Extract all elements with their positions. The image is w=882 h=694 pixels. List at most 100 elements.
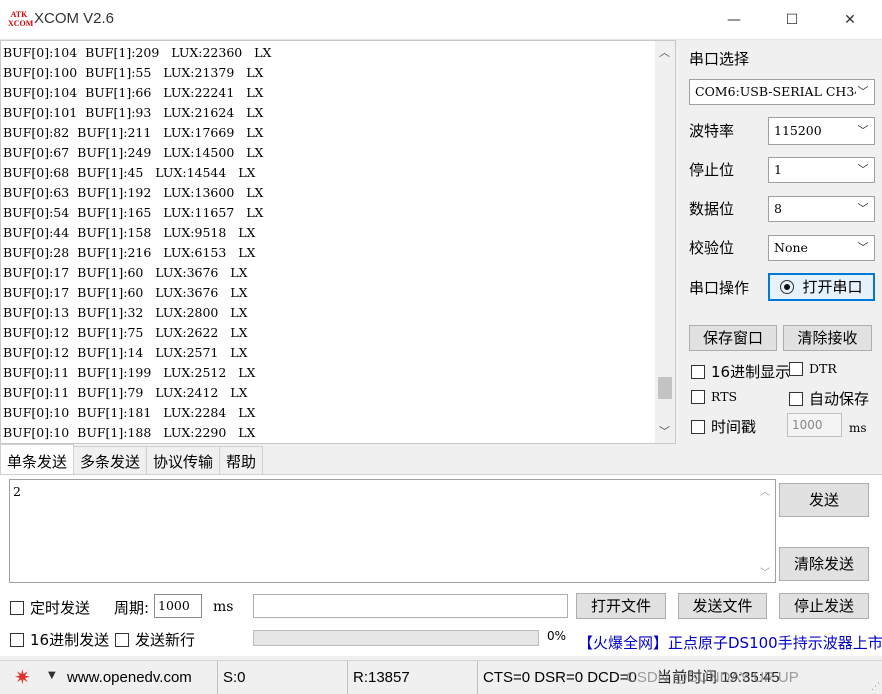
clear-send-button[interactable]: 清除发送 bbox=[779, 547, 869, 581]
file-path-input[interactable] bbox=[253, 594, 568, 618]
website-link[interactable]: www.openedv.com bbox=[62, 661, 218, 694]
receive-line: BUF[0]:44 BUF[1]:158 LUX:9518 LX bbox=[3, 225, 256, 240]
open-file-button[interactable]: 打开文件 bbox=[576, 593, 666, 619]
receive-line: BUF[0]:101 BUF[1]:93 LUX:21624 LX bbox=[3, 105, 264, 120]
receive-line: BUF[0]:100 BUF[1]:55 LUX:21379 LX bbox=[3, 65, 264, 80]
parity-select[interactable]: None ﹀ bbox=[768, 235, 875, 261]
line-status: CTS=0 DSR=0 DCD=0 bbox=[483, 669, 637, 686]
hex-send-checkbox[interactable]: 16进制发送 bbox=[10, 629, 109, 650]
hex-display-checkbox[interactable]: 16进制显示 bbox=[691, 361, 790, 382]
checkbox-icon bbox=[691, 389, 705, 404]
receive-line: BUF[0]:11 BUF[1]:199 LUX:2512 LX bbox=[3, 365, 256, 380]
period-label: 周期: bbox=[114, 599, 150, 617]
receive-line: BUF[0]:10 BUF[1]:181 LUX:2284 LX bbox=[3, 405, 256, 420]
send-button[interactable]: 发送 bbox=[779, 483, 869, 517]
receive-line: BUF[0]:17 BUF[1]:60 LUX:3676 LX bbox=[3, 285, 248, 300]
receive-line: BUF[0]:63 BUF[1]:192 LUX:13600 LX bbox=[3, 185, 264, 200]
send-text: 2 bbox=[13, 484, 21, 499]
tab-multi-send[interactable]: 多条发送 bbox=[73, 446, 148, 474]
receive-line: BUF[0]:28 BUF[1]:216 LUX:6153 LX bbox=[3, 245, 256, 260]
send-file-button[interactable]: 发送文件 bbox=[678, 593, 767, 619]
save-window-button[interactable]: 保存窗口 bbox=[689, 325, 777, 351]
tab-help[interactable]: 帮助 bbox=[219, 446, 264, 474]
dtr-checkbox[interactable]: DTR bbox=[789, 361, 837, 376]
minimize-button[interactable]: — bbox=[705, 0, 763, 40]
app-logo: ATK XCOM bbox=[8, 10, 34, 28]
receive-area[interactable]: BUF[0]:104 BUF[1]:209 LUX:22360 LX BUF[0]… bbox=[0, 40, 676, 444]
checkbox-icon bbox=[115, 632, 129, 647]
timestamp-unit: ms bbox=[849, 421, 867, 435]
parity-label: 校验位 bbox=[689, 239, 735, 257]
receive-line: BUF[0]:104 BUF[1]:209 LUX:22360 LX bbox=[3, 45, 272, 60]
title-bar: ATK XCOM XCOM V2.6 — ☐ ✕ bbox=[0, 0, 882, 40]
timed-send-checkbox[interactable]: 定时发送 bbox=[10, 597, 90, 618]
timestamp-interval-input[interactable]: 1000 bbox=[787, 413, 842, 437]
stop-bits-label: 停止位 bbox=[689, 161, 735, 179]
tab-protocol[interactable]: 协议传输 bbox=[146, 446, 221, 474]
period-input[interactable]: 1000 bbox=[154, 594, 202, 618]
sent-count: S:0 bbox=[218, 661, 348, 694]
minimize-icon: — bbox=[727, 12, 741, 28]
receive-line: BUF[0]:54 BUF[1]:165 LUX:11657 LX bbox=[3, 205, 264, 220]
resize-grip-icon[interactable]: ⋰ bbox=[871, 682, 880, 692]
receive-text: BUF[0]:104 BUF[1]:209 LUX:22360 LX BUF[0]… bbox=[3, 43, 655, 443]
checkbox-icon bbox=[691, 419, 705, 434]
checkbox-icon bbox=[10, 632, 24, 647]
serial-op-label: 串口操作 bbox=[689, 279, 750, 297]
receive-line: BUF[0]:17 BUF[1]:60 LUX:3676 LX bbox=[3, 265, 248, 280]
scroll-thumb[interactable] bbox=[658, 377, 672, 399]
auto-save-checkbox[interactable]: 自动保存 bbox=[789, 388, 869, 409]
receive-line: BUF[0]:82 BUF[1]:211 LUX:17669 LX bbox=[3, 125, 264, 140]
receive-line: BUF[0]:68 BUF[1]:45 LUX:14544 LX bbox=[3, 165, 256, 180]
open-port-button[interactable]: 打开串口 bbox=[768, 273, 875, 301]
checkbox-icon bbox=[691, 364, 705, 379]
receive-line: BUF[0]:12 BUF[1]:14 LUX:2571 LX bbox=[3, 345, 248, 360]
window-title: XCOM V2.6 bbox=[34, 10, 115, 27]
send-input[interactable]: 2 ︿ ﹀ bbox=[9, 479, 776, 583]
tab-single-send[interactable]: 单条发送 bbox=[0, 444, 75, 474]
stop-bits-select[interactable]: 1 ﹀ bbox=[768, 157, 875, 183]
chevron-down-icon: ﹀ bbox=[856, 197, 870, 221]
chevron-down-icon: ﹀ bbox=[856, 236, 870, 260]
baud-select[interactable]: 115200 ﹀ bbox=[768, 117, 875, 145]
send-progress-bar bbox=[253, 630, 539, 646]
data-bits-label: 数据位 bbox=[689, 200, 735, 218]
send-progress-text: 0% bbox=[547, 629, 567, 643]
checkbox-icon bbox=[789, 391, 803, 406]
receive-line: BUF[0]:104 BUF[1]:66 LUX:22241 LX bbox=[3, 85, 264, 100]
period-unit: ms bbox=[213, 599, 234, 615]
receive-line: BUF[0]:11 BUF[1]:79 LUX:2412 LX bbox=[3, 385, 248, 400]
scroll-up-icon[interactable]: ︿ bbox=[760, 483, 770, 498]
receive-line: BUF[0]:10 BUF[1]:188 LUX:2290 LX bbox=[3, 425, 256, 440]
port-label: 串口选择 bbox=[689, 50, 750, 68]
scroll-down-icon[interactable]: ﹀ bbox=[659, 423, 670, 439]
receive-line: BUF[0]:13 BUF[1]:32 LUX:2800 LX bbox=[3, 305, 248, 320]
receive-line: BUF[0]:12 BUF[1]:75 LUX:2622 LX bbox=[3, 325, 248, 340]
close-button[interactable]: ✕ bbox=[821, 0, 879, 40]
data-bits-select[interactable]: 8 ﹀ bbox=[768, 196, 875, 222]
maximize-button[interactable]: ☐ bbox=[763, 0, 821, 40]
chevron-down-icon: ﹀ bbox=[856, 80, 870, 104]
received-count: R:13857 bbox=[348, 661, 478, 694]
chevron-down-icon: ﹀ bbox=[856, 118, 870, 144]
clear-receive-button[interactable]: 清除接收 bbox=[783, 325, 872, 351]
chevron-down-icon: ﹀ bbox=[856, 158, 870, 182]
scroll-down-icon[interactable]: ﹀ bbox=[760, 564, 770, 579]
send-newline-checkbox[interactable]: 发送新行 bbox=[115, 629, 195, 650]
scroll-up-icon[interactable]: ︿ bbox=[659, 44, 670, 60]
checkbox-icon bbox=[10, 600, 24, 615]
send-tabs: 单条发送 多条发送 协议传输 帮助 bbox=[0, 444, 264, 474]
port-status-icon bbox=[780, 280, 795, 294]
timestamp-checkbox[interactable]: 时间戳 bbox=[691, 416, 756, 437]
port-select[interactable]: COM6:USB-SERIAL CH340 ﹀ bbox=[689, 79, 875, 105]
send-scrollbar[interactable]: ︿ ﹀ bbox=[755, 480, 775, 582]
baud-label: 波特率 bbox=[689, 122, 735, 140]
stop-send-button[interactable]: 停止发送 bbox=[779, 593, 869, 619]
status-bar: ✷ ▼ www.openedv.com S:0 R:13857 CTS=0 DS… bbox=[0, 660, 882, 694]
dropdown-icon[interactable]: ▼ bbox=[48, 670, 56, 681]
gear-icon[interactable]: ✷ bbox=[14, 667, 31, 687]
promo-link[interactable]: 【火爆全网】正点原子DS100手持示波器上市 bbox=[578, 632, 882, 653]
watermark: CSDN @SUNDAY UP UP bbox=[626, 669, 799, 686]
rts-checkbox[interactable]: RTS bbox=[691, 389, 737, 404]
receive-scrollbar[interactable]: ︿ ﹀ bbox=[655, 41, 675, 443]
